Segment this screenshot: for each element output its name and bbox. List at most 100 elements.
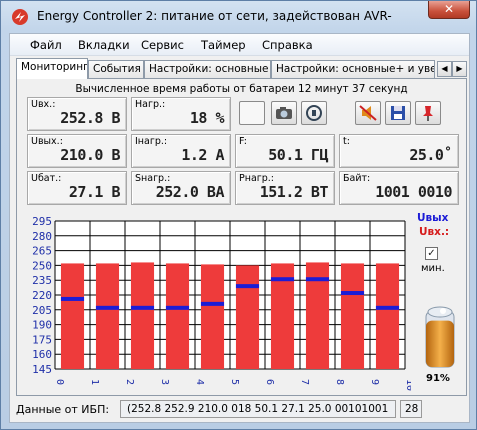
chart-bar-input-voltage	[375, 263, 400, 369]
chart-x-tick-label: 8	[334, 379, 345, 385]
frequency-value: 50.1 ГЦ	[268, 146, 328, 164]
status-bar: Данные от ИБП: (252.8 252.9 210.0 018 50…	[10, 398, 469, 422]
screenshot-button[interactable]	[271, 101, 297, 125]
menu-tabs[interactable]: Вкладки	[78, 38, 130, 52]
chart-marker-output-voltage	[270, 277, 295, 282]
tab-events[interactable]: События	[88, 60, 144, 78]
chart-bar-input-voltage	[60, 263, 85, 369]
menu-file[interactable]: Файл	[30, 38, 62, 52]
chart-bar-input-voltage	[95, 263, 120, 369]
chart-x-tick-label: 5	[229, 379, 240, 385]
output-voltage-cell: Uвых.: 210.0 В	[27, 134, 127, 168]
battery-level-icon	[425, 306, 455, 368]
tab-monitoring[interactable]: Мониторинг	[16, 58, 88, 79]
save-button[interactable]	[385, 101, 411, 125]
chart-marker-output-voltage	[200, 301, 225, 306]
chart-x-tick-label: 7	[299, 379, 310, 385]
legend-input-voltage: Uвх.:	[419, 226, 450, 238]
load-current-label: Iнагр.:	[135, 136, 168, 147]
chart-x-tick-label: 1	[89, 379, 100, 385]
input-voltage-value: 252.8 В	[60, 109, 120, 127]
tab-settings-basic[interactable]: Настройки: основные	[144, 60, 271, 78]
chart-bar-input-voltage	[200, 264, 225, 369]
chart-y-tick-label: 235	[32, 274, 52, 287]
status-byte-cell: Байт: 1001 0010	[339, 171, 459, 205]
temperature-value: 25.0˚	[409, 146, 452, 164]
load-cell: Нагр.: 18 %	[131, 97, 231, 131]
battery-voltage-cell: Uбат.: 27.1 В	[27, 171, 127, 205]
pin-button[interactable]	[415, 101, 441, 125]
voltage-chart-area: 295 280 265 250 235 220 205 190 175 160 145 0 1 2 3 4 5 6…	[21, 211, 462, 393]
apparent-power-cell: Sнагр.: 252.0 ВА	[131, 171, 231, 205]
temperature-cell: t: 25.0˚	[339, 134, 459, 168]
camera-icon	[276, 107, 292, 119]
input-voltage-cell: Uвх.: 252.8 В	[27, 97, 127, 131]
chart-marker-output-voltage	[375, 305, 400, 310]
chart-y-tick-label: 190	[32, 319, 52, 332]
menu-service[interactable]: Сервис	[141, 38, 184, 52]
chart-y-tick-label: 250	[32, 259, 52, 272]
status-byte-label: Байт:	[343, 173, 371, 184]
close-button[interactable]: ✕	[428, 1, 470, 19]
chart-x-tick-label: 10	[404, 379, 411, 391]
chart-x-tick-label: 4	[194, 379, 205, 385]
chart-y-tick-label: 205	[32, 304, 52, 317]
temperature-label: t:	[343, 136, 350, 147]
chart-y-tick-label: 175	[32, 333, 52, 346]
ups-data-count: 28	[400, 400, 422, 418]
tab-strip: Мониторинг События Настройки: основные Н…	[16, 58, 467, 79]
chart-y-tick-label: 265	[32, 245, 52, 258]
input-voltage-label: Uвх.:	[31, 99, 56, 110]
status-label: Данные от ИБП:	[16, 403, 110, 416]
active-power-cell: Рнагр.: 151.2 ВТ	[235, 171, 335, 205]
power-cycle-button[interactable]	[301, 101, 327, 125]
tab-scroll-left-button[interactable]: ◀	[437, 61, 452, 77]
sound-button[interactable]	[355, 101, 381, 125]
speaker-icon	[359, 105, 377, 121]
load-value: 18 %	[189, 109, 225, 127]
voltage-history-chart: 295 280 265250 235 220 205 190175 160 1450 1 2 3 4 5 6…	[32, 215, 415, 391]
menu-bar: Файл Вкладки Сервис Таймер Справка	[10, 34, 469, 56]
tab-settings-advanced[interactable]: Настройки: основные+ и уведо	[271, 60, 435, 78]
chart-marker-output-voltage	[165, 305, 190, 310]
chart-x-tick-label: 9	[369, 379, 380, 385]
chart-bar-input-voltage	[340, 263, 365, 369]
battery-voltage-label: Uбат.:	[31, 173, 62, 184]
output-voltage-value: 210.0 В	[60, 146, 120, 164]
chart-marker-output-voltage	[60, 296, 85, 301]
tab-scroll-right-button[interactable]: ▶	[452, 61, 467, 77]
load-current-cell: Iнагр.: 1.2 А	[131, 134, 231, 168]
apparent-power-value: 252.0 ВА	[155, 183, 225, 201]
menu-help[interactable]: Справка	[262, 38, 313, 52]
chart-marker-output-voltage	[235, 284, 260, 289]
frequency-label: F:	[239, 136, 247, 147]
client-area: Файл Вкладки Сервис Таймер Справка Монит…	[9, 33, 470, 423]
chart-y-tick-label: 295	[32, 215, 52, 228]
save-icon	[391, 106, 405, 120]
status-byte-value: 1001 0010	[375, 183, 452, 201]
chart-x-tick-label: 6	[264, 379, 275, 385]
min-checkbox[interactable]: ✓	[425, 247, 438, 260]
chart-bar-input-voltage	[165, 263, 190, 369]
chart-x-tick-label: 2	[124, 379, 135, 385]
chart-marker-output-voltage	[305, 277, 330, 282]
legend-output-voltage: Uвых	[417, 212, 449, 224]
chart-marker-output-voltage	[130, 305, 155, 310]
chart-x-tick-label: 3	[159, 379, 170, 385]
chart-y-tick-label: 145	[32, 363, 52, 376]
window-title: Energy Controller 2: питание от сети, за…	[37, 9, 392, 23]
chart-y-tick-label: 220	[32, 289, 52, 302]
chart-bar-input-voltage	[130, 262, 155, 369]
output-voltage-label: Uвых.:	[31, 136, 63, 147]
blank-button[interactable]	[239, 101, 265, 125]
menu-timer[interactable]: Таймер	[201, 38, 246, 52]
app-logo-icon	[12, 9, 28, 25]
power-cycle-icon	[306, 105, 322, 121]
title-bar[interactable]: Energy Controller 2: питание от сети, за…	[1, 1, 476, 33]
battery-voltage-value: 27.1 В	[68, 183, 121, 201]
load-current-value: 1.2 А	[181, 146, 224, 164]
battery-time-label: Вычисленное время работы от батареи 12 м…	[75, 83, 408, 95]
monitoring-panel: Вычисленное время работы от батареи 12 м…	[16, 78, 467, 396]
chart-y-tick-label: 160	[32, 348, 52, 361]
chart-marker-output-voltage	[95, 305, 120, 310]
